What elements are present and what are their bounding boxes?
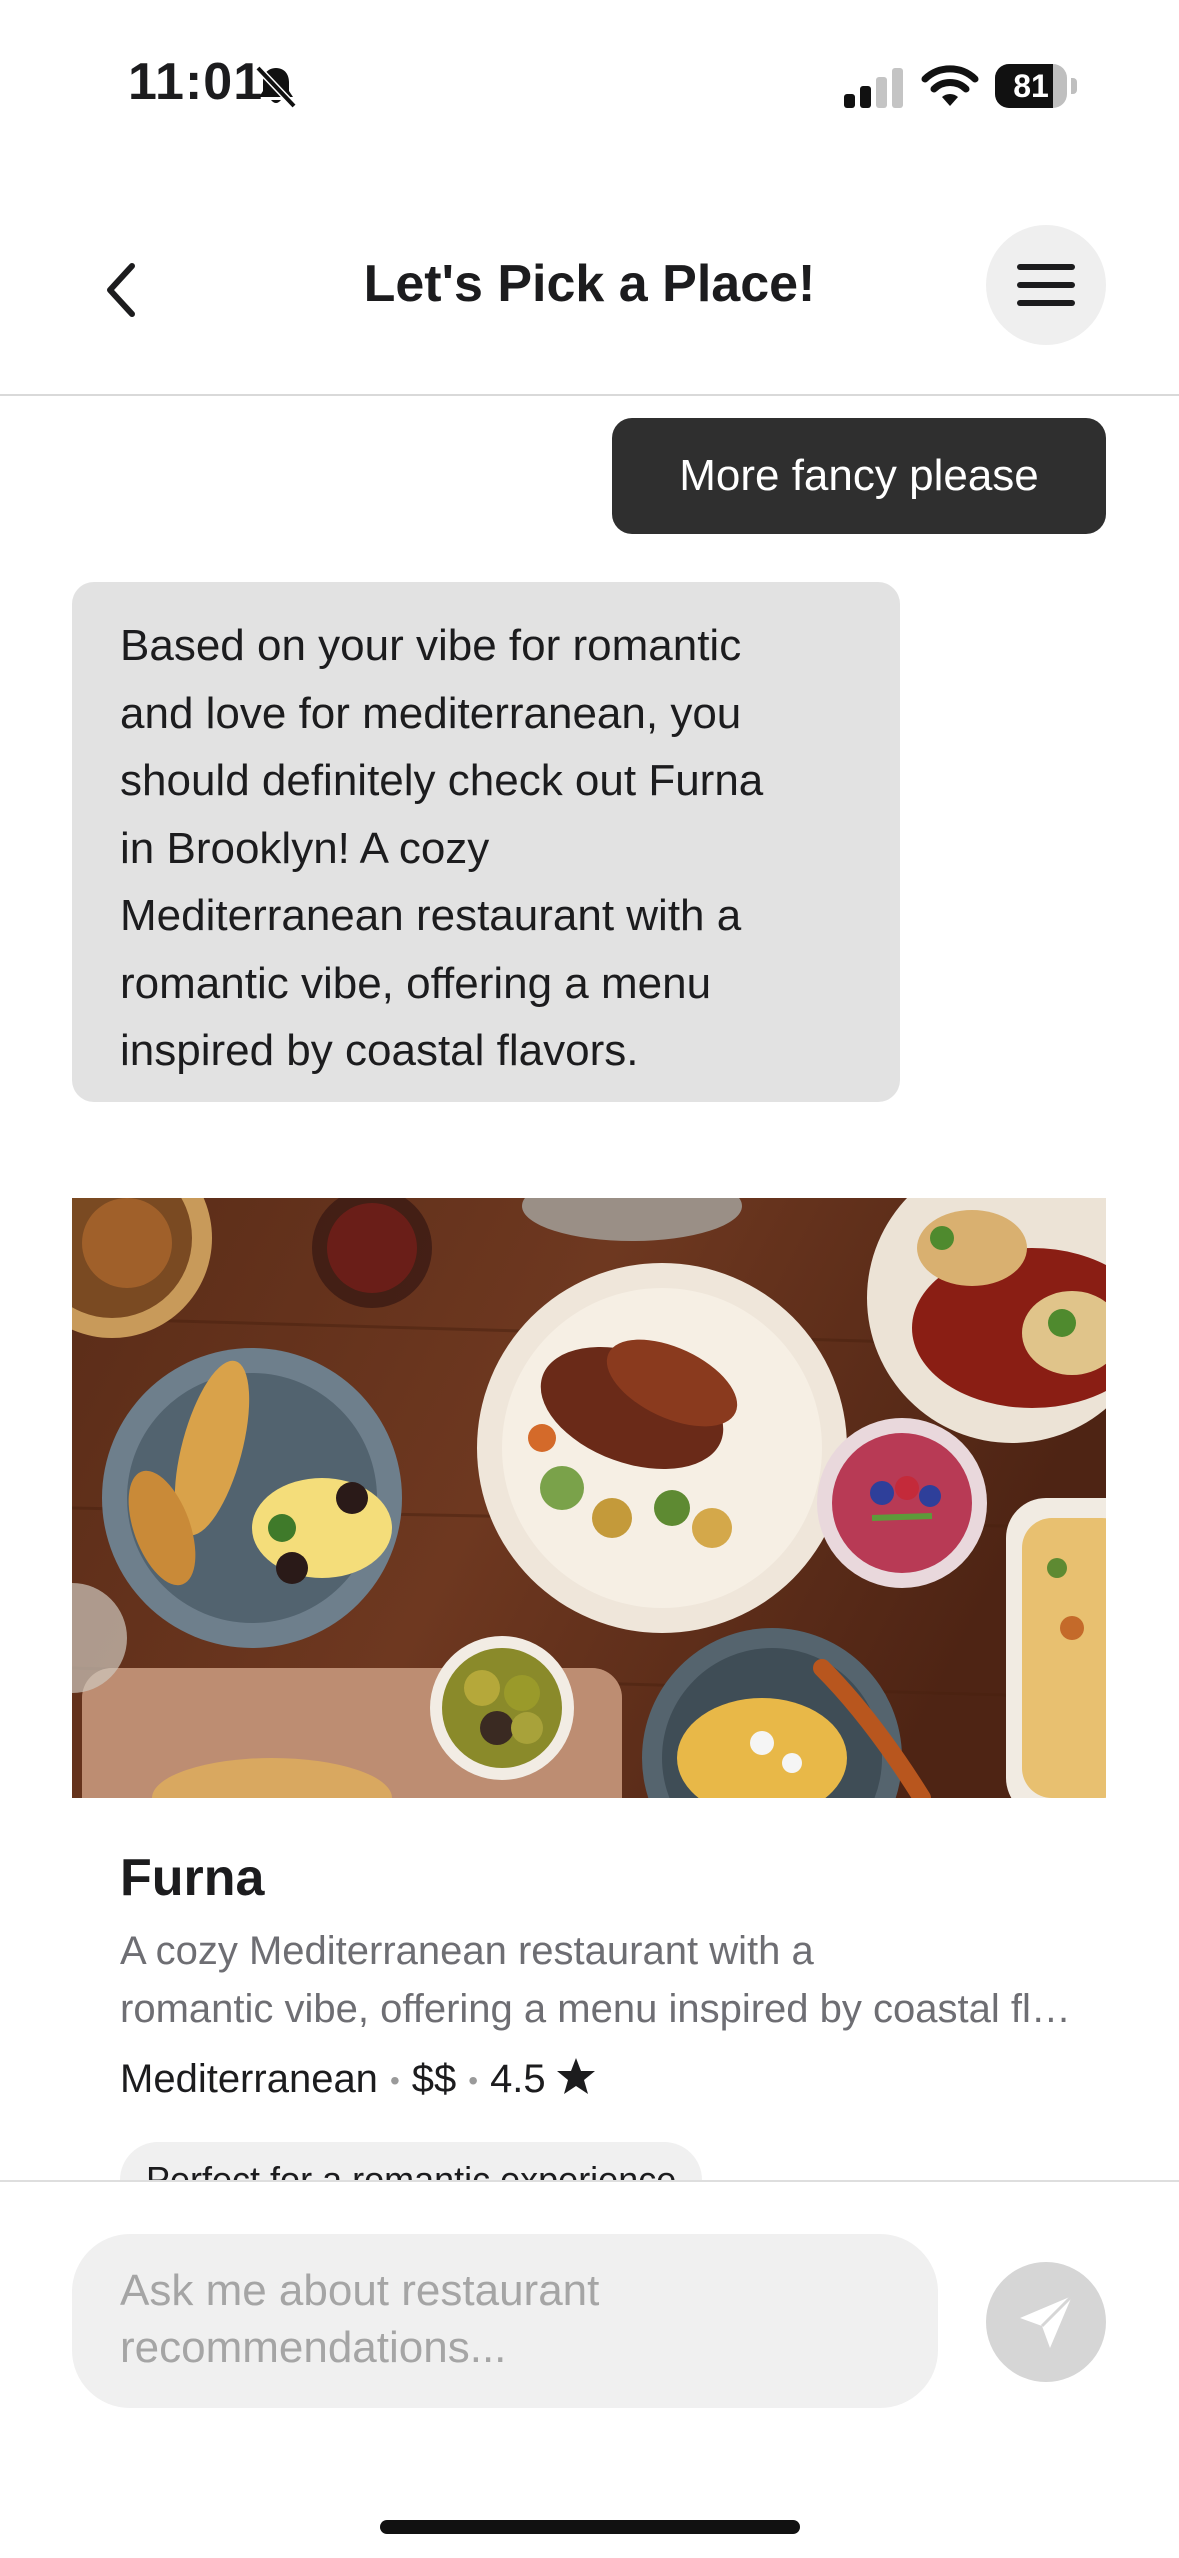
home-indicator [380,2520,800,2534]
separator-dot: • [389,2065,400,2097]
assistant-message-line: inspired by coastal flavors. [120,1026,639,1075]
assistant-message-line: Mediterranean restaurant with a [120,891,742,940]
header: Let's Pick a Place! [0,200,1179,396]
assistant-message-line: Based on your vibe for romantic [120,621,742,670]
menu-button[interactable] [986,225,1106,345]
assistant-message-line: and love for mediterranean, you [120,688,742,738]
assistant-message-line: should definitely check out Furna [120,756,764,805]
restaurant-name: Furna [120,1849,265,1907]
status-time: 11:01 [128,53,264,111]
separator-dot: • [468,2065,479,2097]
cuisine-label: Mediterranean [120,2057,378,2101]
price-label: $$ [411,2057,457,2101]
restaurant-description-line: romantic vibe, offering a menu inspired … [120,1987,1080,2031]
restaurant-card[interactable]: Furna A cozy Mediterranean restaurant wi… [72,1198,1106,2180]
star-icon [556,2058,595,2094]
restaurant-meta: Mediterranean • $$ • 4.5 [120,2056,596,2102]
battery-icon: 81 [995,64,1079,108]
rating-value: 4.5 [490,2057,546,2101]
assistant-message-line: romantic vibe, offering a menu [120,958,712,1008]
restaurant-photo [72,1198,1106,1798]
silent-bell-icon [255,65,297,109]
vibe-tag: Perfect for a romantic experience [120,2142,703,2180]
restaurant-description-line: A cozy Mediterranean restaurant with a [120,1929,814,1973]
assistant-message-line: in Brooklyn! A cozy [120,823,490,873]
cellular-signal-icon [844,68,903,108]
status-bar: 11:01 81 [0,0,1179,170]
wifi-icon [921,65,979,106]
message-composer: Ask me about restaurant recommendations.… [0,2180,1179,2558]
battery-level: 81 [1013,68,1049,104]
user-message-bubble: More fancy please [612,418,1106,534]
input-placeholder-line: recommendations... [120,2323,507,2372]
input-placeholder-line: Ask me about restaurant [120,2266,600,2315]
assistant-message-bubble: Based on your vibe for romantic and love… [72,582,900,1102]
send-button[interactable] [986,2262,1106,2382]
hamburger-menu-icon [1017,264,1075,306]
paper-plane-icon [1020,2294,1074,2348]
message-input[interactable]: Ask me about restaurant recommendations.… [72,2234,938,2408]
restaurant-description: A cozy Mediterranean restaurant with a r… [120,1922,1080,2038]
